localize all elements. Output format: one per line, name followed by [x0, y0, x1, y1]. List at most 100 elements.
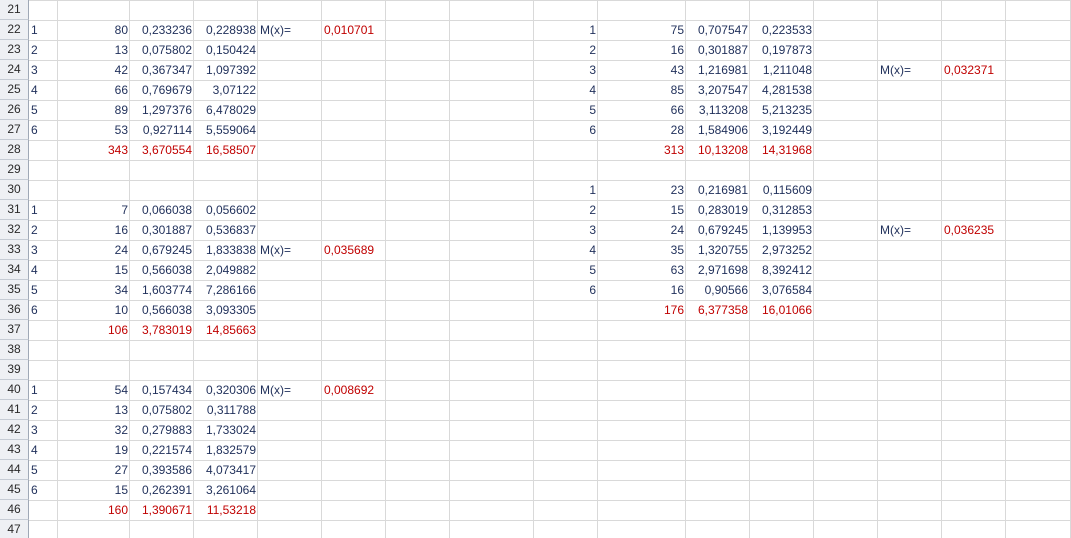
index-cell[interactable]: 4	[534, 240, 598, 260]
index-cell[interactable]: 6	[29, 300, 58, 320]
value-cell[interactable]: 1,139953	[750, 220, 814, 240]
row-header-33[interactable]: 33	[0, 240, 29, 260]
mx-label-cell[interactable]: M(x)=	[258, 240, 322, 260]
count-cell[interactable]: 54	[58, 380, 130, 400]
row-header-25[interactable]: 25	[0, 80, 29, 100]
value-cell[interactable]: 1,320755	[686, 240, 750, 260]
value-cell[interactable]: 3,207547	[686, 80, 750, 100]
count-cell[interactable]: 23	[598, 180, 686, 200]
value-cell[interactable]: 8,392412	[750, 260, 814, 280]
value-cell[interactable]: 0,075802	[130, 400, 194, 420]
count-cell[interactable]: 24	[598, 220, 686, 240]
row-header-31[interactable]: 31	[0, 200, 29, 220]
mx-value-cell[interactable]: 0,036235	[942, 220, 1006, 240]
row-header-27[interactable]: 27	[0, 120, 29, 140]
value-cell[interactable]: 0,367347	[130, 60, 194, 80]
row-header-34[interactable]: 34	[0, 260, 29, 280]
row-header-32[interactable]: 32	[0, 220, 29, 240]
value-cell[interactable]: 0,223533	[750, 20, 814, 40]
value-cell[interactable]: 1,584906	[686, 120, 750, 140]
value-cell[interactable]: 5,559064	[194, 120, 258, 140]
row-header-39[interactable]: 39	[0, 360, 29, 380]
value-cell[interactable]: 0,115609	[750, 180, 814, 200]
value-cell[interactable]: 3,113208	[686, 100, 750, 120]
value-cell[interactable]: 2,049882	[194, 260, 258, 280]
index-cell[interactable]: 3	[534, 220, 598, 240]
value-cell[interactable]: 1,297376	[130, 100, 194, 120]
index-cell[interactable]: 5	[29, 280, 58, 300]
row-header-47[interactable]: 47	[0, 520, 29, 538]
index-cell[interactable]: 4	[534, 80, 598, 100]
total-value-cell[interactable]: 16,01066	[750, 300, 814, 320]
mx-value-cell[interactable]: 0,032371	[942, 60, 1006, 80]
value-cell[interactable]: 0,197873	[750, 40, 814, 60]
value-cell[interactable]: 0,566038	[130, 300, 194, 320]
value-cell[interactable]: 2,973252	[750, 240, 814, 260]
count-cell[interactable]: 15	[598, 200, 686, 220]
row-header-24[interactable]: 24	[0, 60, 29, 80]
index-cell[interactable]: 5	[29, 100, 58, 120]
index-cell[interactable]: 5	[534, 100, 598, 120]
value-cell[interactable]: 1,211048	[750, 60, 814, 80]
mx-label-cell[interactable]: M(x)=	[258, 380, 322, 400]
value-cell[interactable]: 0,066038	[130, 200, 194, 220]
row-header-41[interactable]: 41	[0, 400, 29, 420]
value-cell[interactable]: 1,097392	[194, 60, 258, 80]
count-cell[interactable]: 15	[58, 260, 130, 280]
value-cell[interactable]: 0,157434	[130, 380, 194, 400]
value-cell[interactable]: 3,07122	[194, 80, 258, 100]
index-cell[interactable]: 1	[29, 20, 58, 40]
index-cell[interactable]: 3	[29, 60, 58, 80]
spreadsheet-grid[interactable]: 21 22 23 24 25 26 27 28 29 30 31 32 33 34 35 36 37 38 39 40…	[0, 0, 1071, 538]
row-header-37[interactable]: 37	[0, 320, 29, 340]
row-header-46[interactable]: 46	[0, 500, 29, 520]
row-header-28[interactable]: 28	[0, 140, 29, 160]
value-cell[interactable]: 0,228938	[194, 20, 258, 40]
value-cell[interactable]: 1,733024	[194, 420, 258, 440]
value-cell[interactable]: 3,076584	[750, 280, 814, 300]
total-count-cell[interactable]: 160	[58, 500, 130, 520]
count-cell[interactable]: 13	[58, 40, 130, 60]
count-cell[interactable]: 66	[58, 80, 130, 100]
count-cell[interactable]: 43	[598, 60, 686, 80]
value-cell[interactable]: 3,192449	[750, 120, 814, 140]
count-cell[interactable]: 89	[58, 100, 130, 120]
value-cell[interactable]: 0,283019	[686, 200, 750, 220]
index-cell[interactable]: 6	[534, 280, 598, 300]
total-count-cell[interactable]: 176	[598, 300, 686, 320]
count-cell[interactable]: 16	[58, 220, 130, 240]
value-cell[interactable]: 0,056602	[194, 200, 258, 220]
count-cell[interactable]: 24	[58, 240, 130, 260]
count-cell[interactable]: 19	[58, 440, 130, 460]
count-cell[interactable]: 27	[58, 460, 130, 480]
row-header-45[interactable]: 45	[0, 480, 29, 500]
count-cell[interactable]: 85	[598, 80, 686, 100]
row-header-40[interactable]: 40	[0, 380, 29, 400]
total-value-cell[interactable]: 3,670554	[130, 140, 194, 160]
mx-label-cell[interactable]: M(x)=	[878, 60, 942, 80]
index-cell[interactable]: 3	[29, 240, 58, 260]
count-cell[interactable]: 32	[58, 420, 130, 440]
total-count-cell[interactable]: 343	[58, 140, 130, 160]
count-cell[interactable]: 63	[598, 260, 686, 280]
count-cell[interactable]: 53	[58, 120, 130, 140]
count-cell[interactable]: 66	[598, 100, 686, 120]
value-cell[interactable]: 0,216981	[686, 180, 750, 200]
row-header-35[interactable]: 35	[0, 280, 29, 300]
value-cell[interactable]: 1,833838	[194, 240, 258, 260]
count-cell[interactable]: 16	[598, 280, 686, 300]
row-header-29[interactable]: 29	[0, 160, 29, 180]
value-cell[interactable]: 0,150424	[194, 40, 258, 60]
total-value-cell[interactable]: 11,53218	[194, 500, 258, 520]
row-header-36[interactable]: 36	[0, 300, 29, 320]
row-header-42[interactable]: 42	[0, 420, 29, 440]
value-cell[interactable]: 0,301887	[686, 40, 750, 60]
row-header-22[interactable]: 22	[0, 20, 29, 40]
index-cell[interactable]: 6	[29, 120, 58, 140]
count-cell[interactable]: 42	[58, 60, 130, 80]
value-cell[interactable]: 0,927114	[130, 120, 194, 140]
count-cell[interactable]: 15	[58, 480, 130, 500]
value-cell[interactable]: 2,971698	[686, 260, 750, 280]
row-header-30[interactable]: 30	[0, 180, 29, 200]
total-value-cell[interactable]: 3,783019	[130, 320, 194, 340]
